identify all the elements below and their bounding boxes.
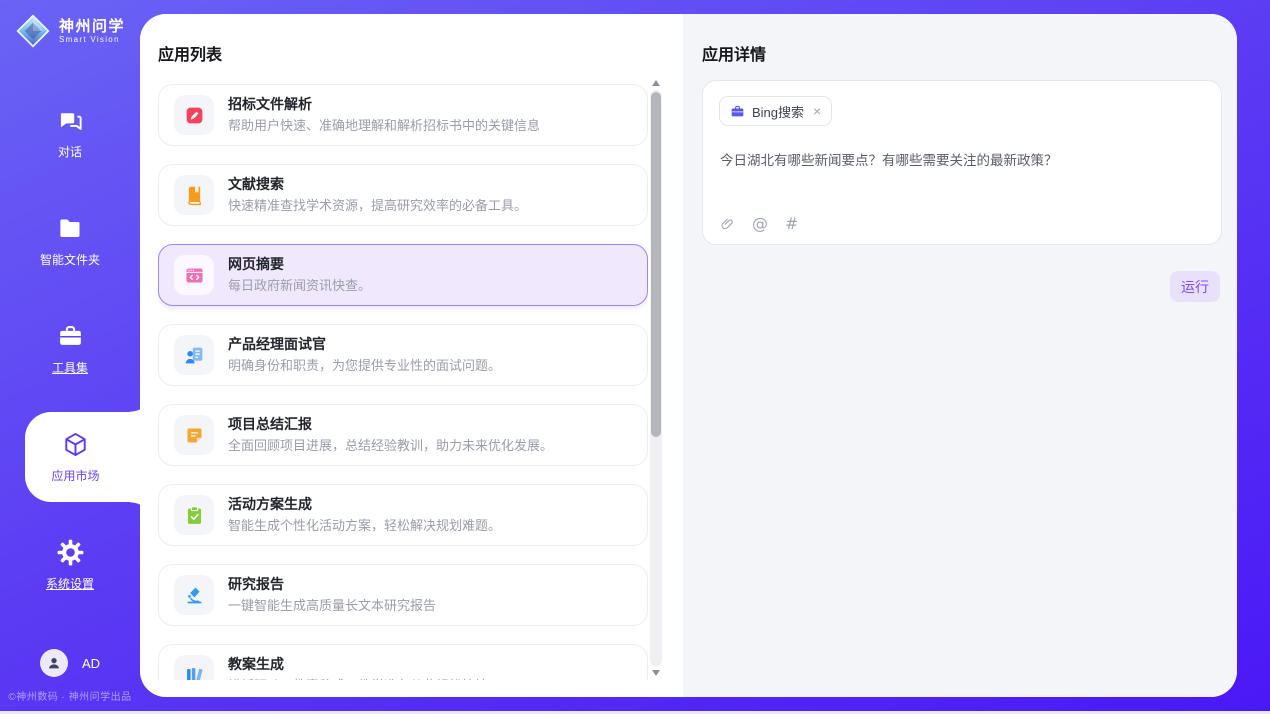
card-description: 一键智能生成高质量长文本研究报告	[228, 596, 436, 615]
tag-label: Bing搜索	[752, 102, 804, 121]
app-card-event-plan[interactable]: 活动方案生成 智能生成个性化活动方案，轻松解决规划难题。	[158, 484, 648, 546]
chat-icon	[57, 107, 84, 134]
sidebar-item-label: 对话	[58, 143, 82, 160]
card-title: 文献搜索	[228, 175, 527, 194]
webpage-icon	[174, 255, 214, 295]
prompt-editor-card: Bing搜索 × 今日湖北有哪些新闻要点？有哪些需要关注的最新政策？ @ #	[702, 80, 1222, 245]
card-description: 快速精准查找学术资源，提高研究效率的必备工具。	[228, 196, 527, 215]
prompt-input[interactable]: 今日湖北有哪些新闻要点？有哪些需要关注的最新政策？	[720, 151, 1201, 170]
card-title: 产品经理面试官	[228, 335, 501, 354]
app-detail-title: 应用详情	[702, 41, 766, 65]
hash-icon[interactable]: #	[785, 216, 798, 232]
app-card-web-summary[interactable]: 网页摘要 每日政府新闻资讯快查。	[158, 244, 648, 306]
list-scrollbar[interactable]	[650, 80, 662, 676]
card-title: 教案生成	[228, 655, 488, 674]
card-title: 网页摘要	[228, 255, 371, 274]
sidebar-item-chat[interactable]: 对话	[0, 88, 140, 178]
run-button[interactable]: 运行	[1170, 271, 1220, 302]
books-icon	[174, 655, 214, 680]
brand-subtitle: Smart Vision	[59, 35, 125, 44]
attachment-toolbar: @ #	[720, 216, 798, 232]
tool-tag-bing-search[interactable]: Bing搜索 ×	[719, 96, 832, 126]
card-description: 明确身份和职责，为您提供专业性的面试问题。	[228, 356, 501, 375]
app-card-list: 招标文件解析 帮助用户快速、准确地理解和解析招标书中的关键信息 文献搜索 快速精…	[158, 84, 648, 680]
card-title: 项目总结汇报	[228, 415, 553, 434]
sidebar-item-settings[interactable]: 系统设置	[0, 520, 140, 610]
gear-icon	[57, 539, 84, 566]
main-panel: 应用列表 招标文件解析 帮助用户快速、准确地理解和解析招标书中的关键信息	[140, 14, 1237, 697]
clipboard-check-icon	[174, 495, 214, 535]
sidebar-item-app-market[interactable]: 应用市场	[25, 412, 140, 502]
toolbox-icon	[57, 323, 84, 350]
cube-icon	[62, 431, 89, 458]
app-card-pm-interviewer[interactable]: 产品经理面试官 明确身份和职责，为您提供专业性的面试问题。	[158, 324, 648, 386]
folder-icon	[57, 215, 84, 242]
interviewer-icon	[174, 335, 214, 375]
copyright-footer: ©神州数码 · 神州问学出品	[0, 688, 140, 703]
brand-logo: 神州问学 Smart Vision	[15, 13, 125, 49]
app-card-lesson-plan[interactable]: 教案生成 模板驱动，教案秒成，教学准备从此轻松快捷	[158, 644, 648, 680]
sidebar-item-label: 工具集	[52, 359, 88, 376]
app-card-bid-analysis[interactable]: 招标文件解析 帮助用户快速、准确地理解和解析招标书中的关键信息	[158, 84, 648, 146]
card-title: 招标文件解析	[228, 95, 540, 114]
avatar	[40, 649, 68, 677]
sidebar-item-label: 系统设置	[46, 575, 94, 592]
card-title: 活动方案生成	[228, 495, 501, 514]
sidebar-item-label: 智能文件夹	[40, 251, 100, 268]
research-icon	[174, 575, 214, 615]
user-name: AD	[82, 656, 100, 671]
brand-name: 神州问学	[59, 18, 125, 35]
app-card-research-report[interactable]: 研究报告 一键智能生成高质量长文本研究报告	[158, 564, 648, 626]
scrollbar-thumb[interactable]	[651, 92, 661, 437]
briefcase-icon	[730, 104, 745, 119]
sidebar: 神州问学 Smart Vision 对话 智能文件夹 工具集	[0, 0, 140, 711]
sidebar-item-label: 应用市场	[51, 467, 99, 484]
edit-doc-icon	[174, 95, 214, 135]
card-description: 每日政府新闻资讯快查。	[228, 276, 371, 295]
card-description: 智能生成个性化活动方案，轻松解决规划难题。	[228, 516, 501, 535]
sidebar-item-smart-folder[interactable]: 智能文件夹	[0, 196, 140, 286]
app-detail-pane: 应用详情 Bing搜索 × 今日湖北有哪些新闻要点？有哪些需要关注的最新政策？ …	[683, 14, 1237, 697]
sidebar-nav: 对话 智能文件夹 工具集 应用市场	[0, 88, 140, 628]
scroll-up-arrow-icon[interactable]	[652, 80, 660, 86]
card-title: 研究报告	[228, 575, 436, 594]
card-description: 全面回顾项目进展，总结经验教训，助力未来优化发展。	[228, 436, 553, 455]
book-icon	[174, 175, 214, 215]
app-card-project-summary[interactable]: 项目总结汇报 全面回顾项目进展，总结经验教训，助力未来优化发展。	[158, 404, 648, 466]
note-icon	[174, 415, 214, 455]
paperclip-icon[interactable]	[720, 217, 735, 232]
sidebar-item-toolset[interactable]: 工具集	[0, 304, 140, 394]
mention-icon[interactable]: @	[752, 216, 768, 232]
app-list-pane: 应用列表 招标文件解析 帮助用户快速、准确地理解和解析招标书中的关键信息	[140, 14, 683, 697]
person-icon	[46, 655, 62, 671]
app-card-literature-search[interactable]: 文献搜索 快速精准查找学术资源，提高研究效率的必备工具。	[158, 164, 648, 226]
app-list-title: 应用列表	[158, 41, 222, 65]
user-account[interactable]: AD	[0, 649, 140, 677]
scroll-down-arrow-icon[interactable]	[652, 670, 660, 676]
diamond-logo-icon	[15, 13, 51, 49]
card-description: 帮助用户快速、准确地理解和解析招标书中的关键信息	[228, 116, 540, 135]
close-icon[interactable]: ×	[813, 104, 821, 118]
card-description: 模板驱动，教案秒成，教学准备从此轻松快捷	[228, 676, 488, 680]
